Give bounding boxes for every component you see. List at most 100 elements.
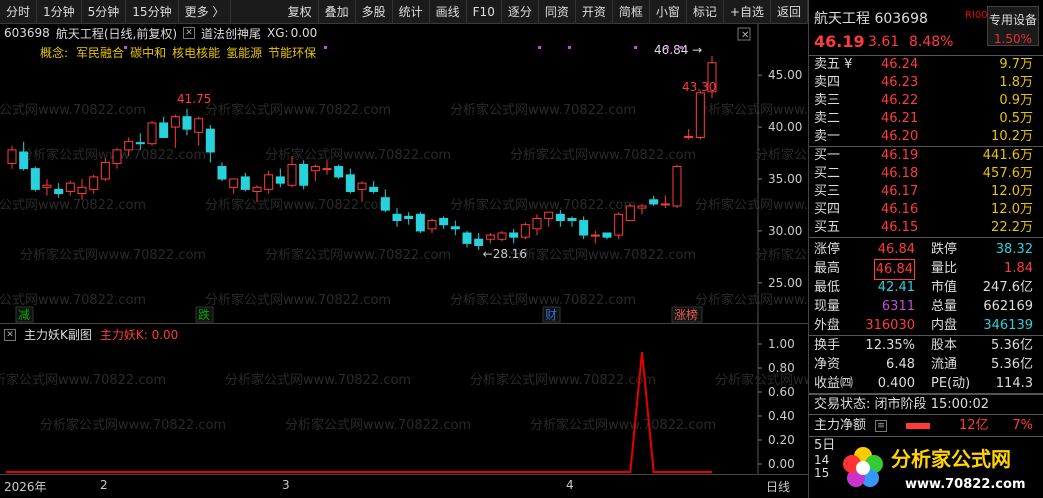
- candle[interactable]: [427, 218, 437, 233]
- candle[interactable]: [602, 232, 612, 240]
- stat-value: 346139: [983, 318, 1033, 333]
- candle[interactable]: [684, 129, 694, 140]
- candle[interactable]: [54, 183, 64, 198]
- bg-watermark: 分析家公式网www.70822.com: [40, 417, 226, 433]
- candle[interactable]: [7, 145, 17, 169]
- candle[interactable]: [660, 195, 670, 209]
- bg-watermark: 分析家公式网www.70822.com: [265, 147, 451, 163]
- event-mark[interactable]: 跌: [195, 306, 214, 323]
- asks-row[interactable]: 卖五 ¥ 46.24 9.7万: [809, 56, 1043, 74]
- candle[interactable]: [112, 147, 122, 169]
- candle[interactable]: [520, 222, 530, 240]
- candle[interactable]: [345, 168, 355, 194]
- order-volume: 22.2万: [991, 220, 1033, 235]
- bids-row[interactable]: 买一 46.19 441.6万: [809, 147, 1043, 165]
- x-label-period[interactable]: 日线: [766, 478, 790, 495]
- svg-text:减: 减: [18, 308, 30, 322]
- candle[interactable]: [497, 230, 507, 242]
- candle[interactable]: [310, 164, 320, 182]
- candle[interactable]: [380, 189, 390, 213]
- candle[interactable]: [229, 178, 239, 194]
- candle[interactable]: [77, 179, 87, 200]
- candle[interactable]: [42, 179, 52, 196]
- candle[interactable]: [695, 90, 705, 140]
- toolbar-btn-7[interactable]: 同资: [539, 0, 576, 24]
- candle[interactable]: [65, 181, 75, 196]
- tab-4[interactable]: 更多 〉: [179, 0, 232, 24]
- bids-row[interactable]: 买四 46.16 12.0万: [809, 201, 1043, 219]
- candle[interactable]: [672, 164, 682, 209]
- candle[interactable]: [147, 120, 157, 146]
- bids-row[interactable]: 买五 46.15 22.2万: [809, 219, 1043, 237]
- event-mark[interactable]: 涨榜: [671, 306, 703, 323]
- candle[interactable]: [474, 233, 484, 251]
- toolbar-btn-4[interactable]: 画线: [430, 0, 467, 24]
- order-level-label: 买二: [814, 166, 841, 181]
- candle[interactable]: [30, 166, 40, 192]
- bids-row[interactable]: 买二 46.18 457.6万: [809, 165, 1043, 183]
- candle[interactable]: [532, 214, 542, 236]
- candle[interactable]: [590, 230, 600, 244]
- toolbar-btn-6[interactable]: 逐分: [502, 0, 539, 24]
- asks-row[interactable]: 卖一 46.20 10.2万: [809, 128, 1043, 146]
- candle[interactable]: [89, 174, 99, 194]
- candle[interactable]: [649, 195, 659, 206]
- candle[interactable]: [205, 125, 215, 163]
- toolbar-btn-9[interactable]: 简框: [613, 0, 650, 24]
- candle[interactable]: [19, 141, 29, 171]
- candle[interactable]: [485, 233, 495, 244]
- candle[interactable]: [240, 172, 250, 192]
- candlestick-chart[interactable]: 45.00 40.00 35.00 30.00 25.00 分析家公式网www.70822…: [0, 24, 808, 324]
- y-tick-label: 30.00: [768, 224, 802, 238]
- candle[interactable]: [415, 212, 425, 233]
- tab-0[interactable]: 分时: [0, 0, 38, 24]
- toolbar-btn-3[interactable]: 统计: [393, 0, 430, 24]
- event-mark[interactable]: 财: [542, 306, 561, 323]
- asks-row[interactable]: 卖四 46.23 1.8万: [809, 74, 1043, 92]
- candle[interactable]: [392, 208, 402, 227]
- tab-2[interactable]: 5分钟: [82, 0, 127, 24]
- asks-row[interactable]: 卖二 46.21 0.5万: [809, 110, 1043, 128]
- candle[interactable]: [404, 212, 414, 225]
- candle[interactable]: [369, 181, 379, 194]
- net-flow-toggle-icon[interactable]: ≡: [875, 420, 887, 432]
- toolbar-btn-5[interactable]: F10: [467, 0, 502, 24]
- candle[interactable]: [275, 168, 285, 188]
- candle[interactable]: [299, 160, 309, 190]
- candle[interactable]: [637, 203, 647, 215]
- candle[interactable]: [217, 162, 227, 182]
- toolbar-btn-2[interactable]: 多股: [356, 0, 393, 24]
- candle[interactable]: [159, 116, 169, 138]
- candle[interactable]: [334, 164, 344, 179]
- toolbar-btn-1[interactable]: 叠加: [319, 0, 356, 24]
- subchart-plot[interactable]: 1.000.800.600.400.200.00分析家公式网www.70822.…: [0, 324, 808, 474]
- tab-1[interactable]: 1分钟: [37, 0, 82, 24]
- candle[interactable]: [450, 220, 460, 236]
- toolbar-btn-12[interactable]: +自选: [724, 0, 771, 24]
- toolbar-btn-11[interactable]: 标记: [687, 0, 724, 24]
- candle[interactable]: [170, 114, 180, 148]
- candle[interactable]: [462, 230, 472, 248]
- candle[interactable]: [509, 228, 519, 244]
- toolbar-btn-10[interactable]: 小窗: [650, 0, 687, 24]
- candle[interactable]: [264, 170, 274, 194]
- toolbar-btn-13[interactable]: 返回: [771, 0, 808, 24]
- tab-3[interactable]: 15分钟: [126, 0, 179, 24]
- candle[interactable]: [567, 216, 577, 227]
- candle[interactable]: [614, 212, 624, 240]
- toolbar-btn-0[interactable]: 复权: [282, 0, 319, 24]
- stat-row: 收益㈣ 0.400 PE(动) 114.3: [809, 374, 1043, 393]
- candle[interactable]: [182, 108, 192, 136]
- candle[interactable]: [194, 116, 204, 146]
- toolbar-btn-8[interactable]: 开资: [576, 0, 613, 24]
- industry-button[interactable]: 专用设备 1.50%: [987, 6, 1039, 46]
- asks-row[interactable]: 卖三 46.22 0.9万: [809, 92, 1043, 110]
- candle[interactable]: [625, 203, 635, 222]
- bids-row[interactable]: 买三 46.17 12.0万: [809, 183, 1043, 201]
- candle[interactable]: [544, 211, 554, 227]
- candle[interactable]: [579, 216, 589, 240]
- quote-panel: 航天工程 603698 RI000 专用设备 1.50% 46.19 3.61 8…: [808, 0, 1043, 498]
- candle[interactable]: [439, 216, 449, 229]
- event-mark[interactable]: 减: [15, 306, 34, 323]
- stat-label: 股本: [931, 338, 958, 353]
